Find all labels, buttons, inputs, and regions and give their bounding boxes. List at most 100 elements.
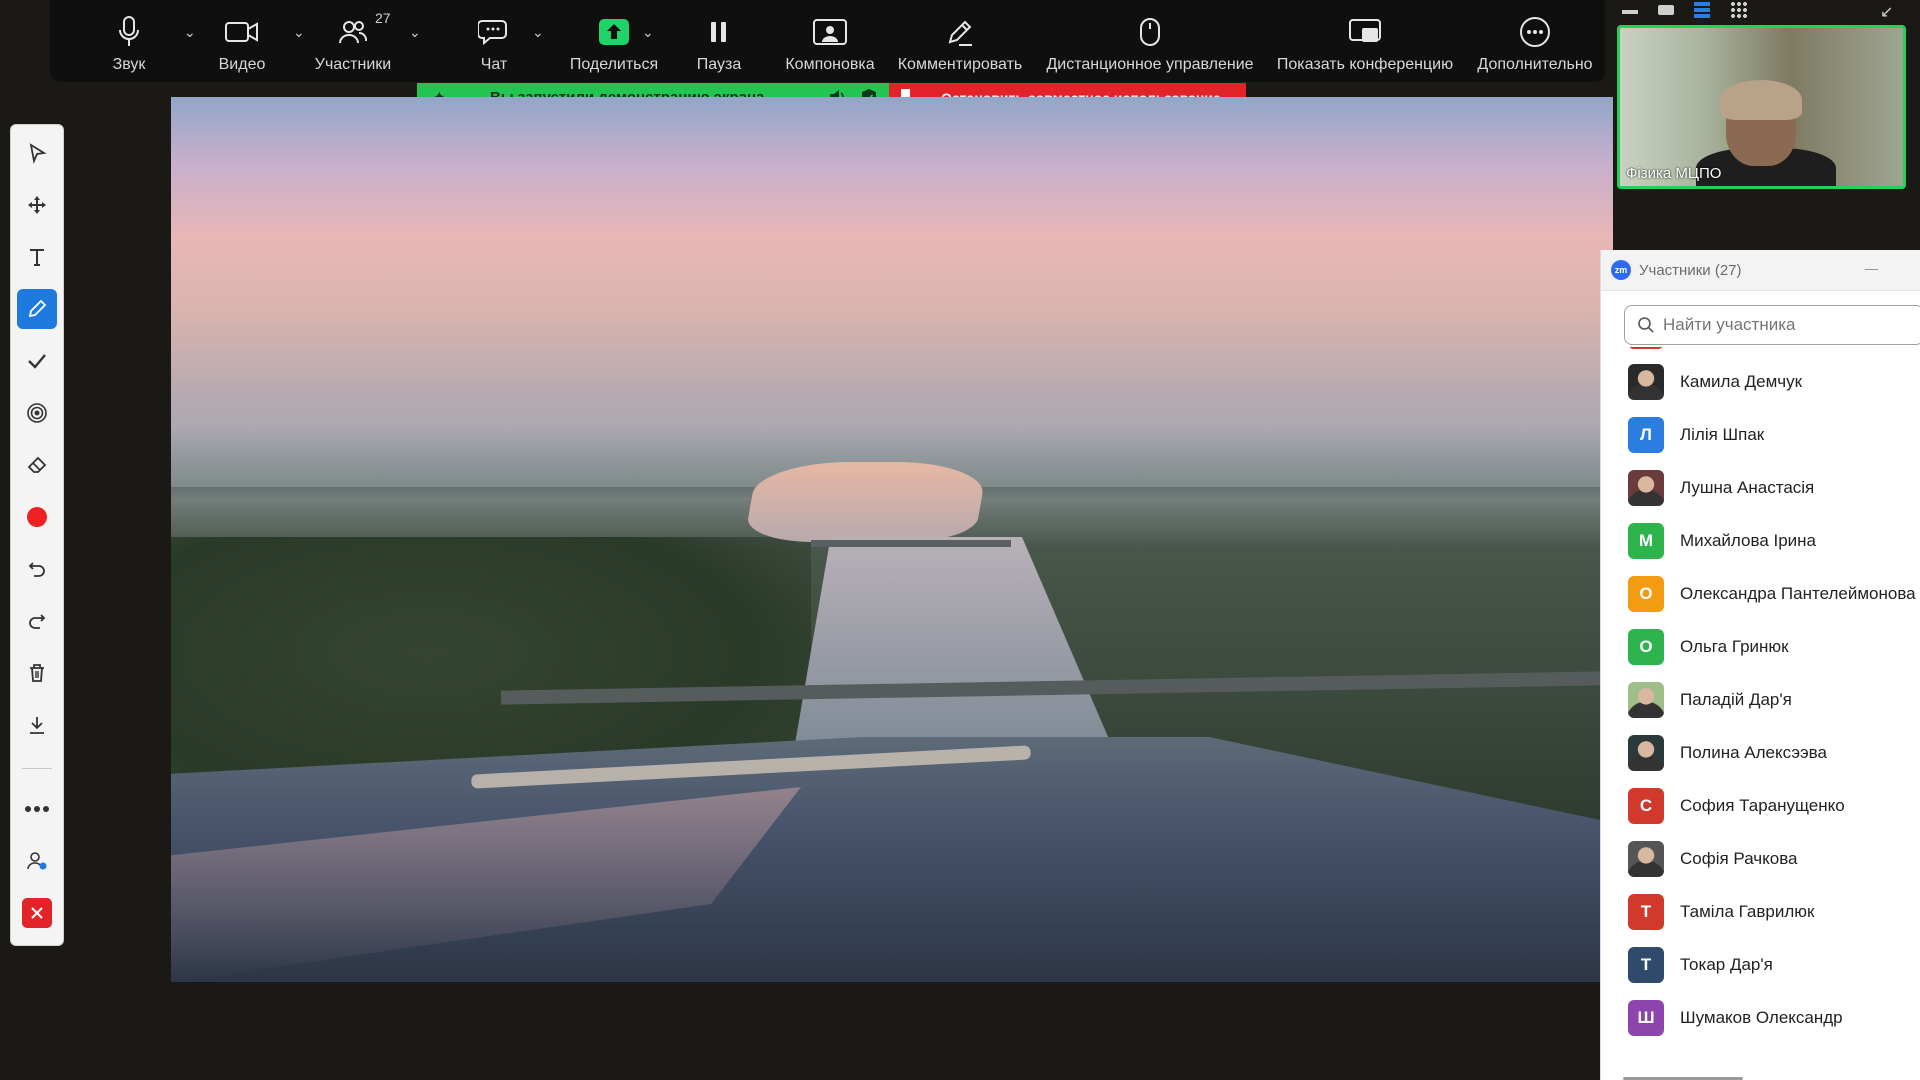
audio-label: Звук: [112, 56, 146, 73]
participant-row[interactable]: О Ольга Гринюк: [1601, 622, 1920, 672]
participant-avatar: М: [1628, 523, 1664, 559]
select-tool-button[interactable]: [11, 133, 63, 173]
participant-search-box[interactable]: [1624, 305, 1920, 345]
participant-row[interactable]: Полина Алексээва: [1601, 728, 1920, 778]
show-conference-button[interactable]: Показать конференцию: [1270, 0, 1460, 82]
audio-button[interactable]: Звук: [84, 0, 174, 82]
share-screen-button[interactable]: Поделиться: [554, 0, 674, 82]
draw-tool-button[interactable]: [11, 289, 63, 329]
participant-avatar: [1628, 735, 1664, 771]
participant-avatar: [1628, 470, 1664, 506]
participant-name: София Таранущенко: [1680, 796, 1845, 815]
participant-name: Лілія Шпак: [1680, 425, 1765, 444]
share-options-chevron-icon[interactable]: ⌄: [642, 24, 654, 41]
participant-avatar: [1628, 682, 1664, 718]
layout-label: Компоновка: [785, 56, 875, 73]
single-view-icon[interactable]: [1658, 5, 1674, 15]
participant-row[interactable]: Л Лілія Шпак: [1601, 410, 1920, 460]
participant-name: Олександра Пантелеймонова: [1680, 584, 1916, 603]
participant-name: Шумаков Олександр: [1680, 1008, 1843, 1027]
participant-row[interactable]: Паладій Дар'я: [1601, 675, 1920, 725]
participant-name: Михайлова Ірина: [1680, 531, 1817, 550]
participant-row[interactable]: Ш Шумаков Олександр: [1601, 993, 1920, 1043]
checkmark-icon: [28, 354, 46, 369]
draw-tool-active-bg: [17, 289, 57, 329]
participant-name: Полина Алексээва: [1680, 743, 1827, 762]
trash-icon: [30, 664, 44, 682]
chat-button[interactable]: Чат: [449, 0, 539, 82]
annotate-button[interactable]: Комментировать: [890, 0, 1030, 82]
participant-row[interactable]: Софія Рачкова: [1601, 834, 1920, 884]
pause-icon: [709, 14, 729, 50]
more-dots-icon: [25, 806, 49, 812]
mouse-icon: [1139, 14, 1161, 50]
move-icon: [28, 196, 46, 214]
share-screen-icon: [598, 14, 630, 50]
participant-name: Лушна Анастасія: [1680, 478, 1815, 497]
participant-avatar: Л: [1628, 417, 1664, 453]
participant-search-input[interactable]: [1661, 314, 1895, 336]
spotlight-tool-button[interactable]: [11, 393, 63, 433]
collapse-video-icon[interactable]: ↙: [1880, 2, 1893, 22]
pause-share-button[interactable]: Пауза: [679, 0, 759, 82]
participant-name: Камила Демчук: [1680, 372, 1803, 391]
speaker-view-icon[interactable]: [1694, 2, 1710, 18]
more-label: Дополнительно: [1477, 56, 1593, 73]
view-controls: [1622, 0, 1748, 20]
participants-panel-title: Участники (27): [1639, 261, 1742, 279]
shared-screen-image: [171, 97, 1613, 982]
minimize-view-icon[interactable]: [1622, 10, 1638, 14]
clear-button[interactable]: [11, 653, 63, 693]
download-icon: [30, 717, 44, 734]
more-button[interactable]: Дополнительно: [1470, 0, 1600, 82]
participant-avatar: [1628, 841, 1664, 877]
remote-control-button[interactable]: Дистанционное управление: [1040, 0, 1260, 82]
microphone-icon: [117, 14, 141, 50]
eraser-tool-button[interactable]: [11, 445, 63, 485]
layout-button[interactable]: Компоновка: [775, 0, 885, 82]
chat-label: Чат: [480, 56, 508, 73]
participant-row[interactable]: С София Таранущенко: [1601, 781, 1920, 831]
participants-icon: [338, 14, 368, 50]
move-tool-button[interactable]: [11, 185, 63, 225]
participants-panel: zm Участники (27) — Камила Демчук Л Лілія …: [1600, 250, 1920, 1080]
participants-options-chevron-icon[interactable]: ⌄: [409, 24, 421, 41]
participant-row[interactable]: Т Токар Дар'я: [1601, 940, 1920, 990]
river-far: [743, 462, 989, 542]
participant-row[interactable]: Т Таміла Гаврилюк: [1601, 887, 1920, 937]
minimize-panel-button[interactable]: —: [1865, 261, 1878, 276]
video-button[interactable]: Видео: [192, 0, 292, 82]
video-person-hair: [1720, 80, 1802, 120]
far-bridge: [811, 540, 1011, 547]
undo-button[interactable]: [11, 549, 63, 589]
video-participant-name: Фізика МЦПО: [1626, 165, 1722, 182]
chat-options-chevron-icon[interactable]: ⌄: [532, 24, 544, 41]
red-color-swatch: [27, 507, 47, 527]
remote-control-label: Дистанционное управление: [1046, 56, 1254, 73]
stamp-tool-button[interactable]: [11, 341, 63, 381]
gallery-view-icon[interactable]: [1730, 1, 1748, 19]
color-picker-button[interactable]: [11, 497, 63, 537]
pen-icon: [28, 299, 47, 318]
participant-name: Ольга Гринюк: [1680, 637, 1789, 656]
participant-name: Таміла Гаврилюк: [1680, 902, 1815, 921]
text-tool-button[interactable]: [11, 237, 63, 277]
arrow-cursor-icon: [29, 143, 47, 164]
annotation-more-button[interactable]: [11, 789, 63, 829]
more-icon: [1519, 14, 1551, 50]
video-tile[interactable]: Фізика МЦПО: [1617, 25, 1906, 189]
close-annotation-button[interactable]: [11, 893, 63, 933]
participant-row[interactable]: М Михайлова Ірина: [1601, 516, 1920, 566]
user-icon: [27, 852, 47, 870]
save-button[interactable]: [11, 705, 63, 745]
redo-button[interactable]: [11, 601, 63, 641]
participant-row[interactable]: Лушна Анастасія: [1601, 463, 1920, 513]
participant-avatar: О: [1628, 576, 1664, 612]
participant-row[interactable]: О Олександра Пантелеймонова: [1601, 569, 1920, 619]
participant-avatar: С: [1628, 788, 1664, 824]
eraser-icon: [27, 456, 47, 473]
pencil-icon: [945, 14, 975, 50]
participant-name: Токар Дар'я: [1680, 955, 1773, 974]
annotator-name-button[interactable]: [11, 841, 63, 881]
participant-row[interactable]: Камила Демчук: [1601, 357, 1920, 407]
